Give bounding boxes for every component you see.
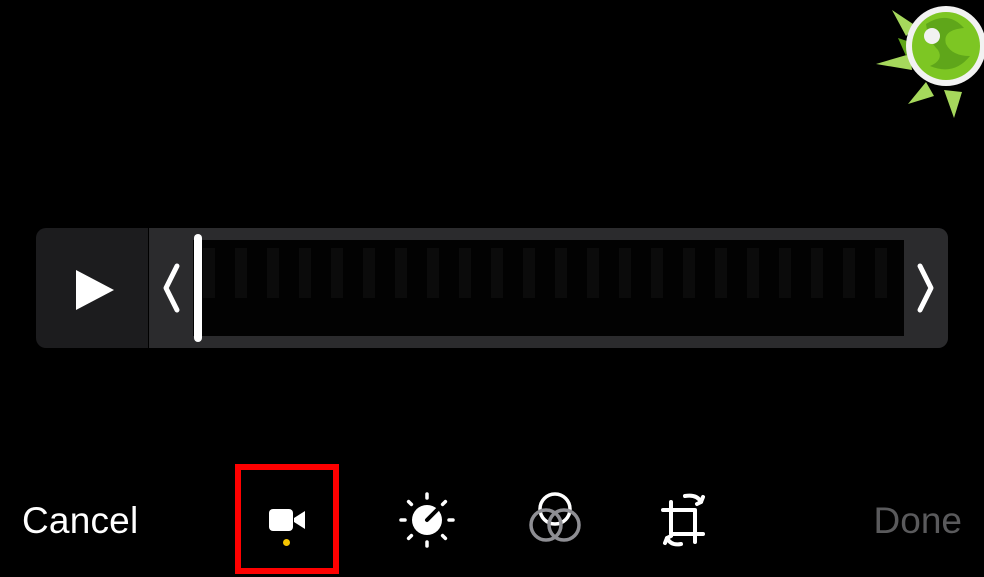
playhead[interactable] (194, 234, 202, 342)
filmstrip-frame (427, 248, 439, 298)
play-icon[interactable] (74, 268, 116, 312)
adjust-dial-icon (399, 492, 455, 548)
filmstrip-frame (715, 248, 727, 298)
filmstrip-frame (491, 248, 503, 298)
filmstrip-frame (587, 248, 599, 298)
video-filmstrip (193, 240, 904, 336)
filters-circles-icon (529, 492, 581, 542)
filmstrip-frame (299, 248, 311, 298)
selected-indicator-dot (283, 539, 290, 546)
edit-toolbar: Cancel Done (0, 470, 984, 577)
tool-crop[interactable] (645, 470, 725, 570)
trim-frame (149, 228, 948, 348)
filmstrip-frame (811, 248, 823, 298)
chevron-right-icon (917, 263, 934, 313)
trim-handle-left[interactable] (149, 228, 193, 348)
filmstrip-frame (235, 248, 247, 298)
filmstrip-frame (523, 248, 535, 298)
filmstrip-frame (395, 248, 407, 298)
crop-rotate-icon (661, 493, 705, 547)
filmstrip-frame (747, 248, 759, 298)
selection-highlight-box (235, 464, 339, 574)
cancel-button[interactable]: Cancel (22, 500, 138, 542)
filmstrip-frame (619, 248, 631, 298)
filmstrip-frame (459, 248, 471, 298)
filmstrip-frame (779, 248, 791, 298)
logo-icon (876, 6, 984, 118)
filmstrip-frame (363, 248, 375, 298)
done-button[interactable]: Done (874, 500, 962, 542)
filmstrip-frame (651, 248, 663, 298)
filmstrip-frame (875, 248, 887, 298)
filmstrip-frame (331, 248, 343, 298)
filmstrip-frame (683, 248, 695, 298)
play-area[interactable] (36, 228, 150, 348)
filmstrip-frame (555, 248, 567, 298)
trim-handle-right[interactable] (904, 228, 948, 348)
filmstrip-frame (267, 248, 279, 298)
tool-filters[interactable] (515, 470, 595, 570)
trim-timeline[interactable] (36, 228, 948, 348)
filmstrip-frame (203, 248, 215, 298)
tool-adjust[interactable] (387, 470, 467, 570)
filmstrip-frame (843, 248, 855, 298)
chevron-left-icon (163, 263, 180, 313)
